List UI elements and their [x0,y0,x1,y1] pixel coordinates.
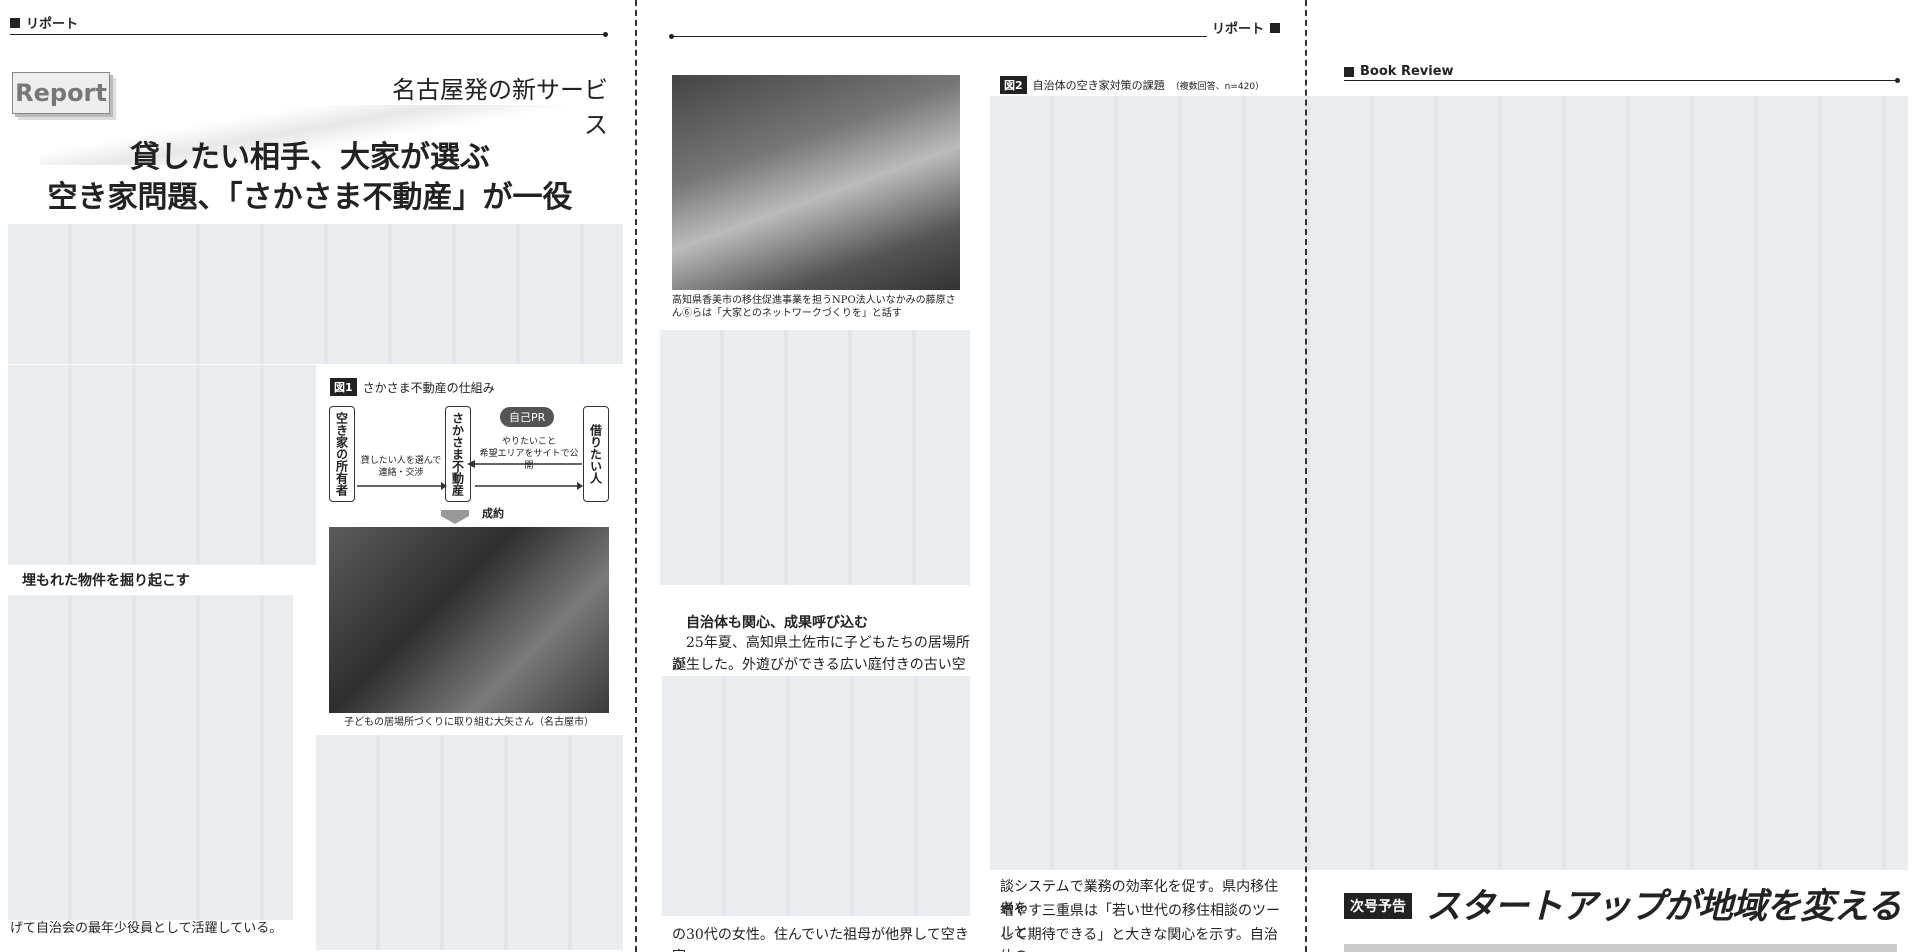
figure1-flow-bottom-1: 貸したい人を選んで [360,456,442,466]
body-text-obscured-2 [8,595,293,920]
left-section-header: リポート [10,13,78,32]
book-review-label: Book Review [1360,64,1454,79]
photo-children-space [329,527,609,713]
middle-section-label: リポート [1212,22,1265,37]
square-icon [1270,22,1281,33]
figure2-and-text-obscured [990,96,1908,870]
square-icon [1344,66,1354,77]
figure2-note: （複数回答、n=420） [1170,81,1265,92]
headline-line-1: 貸したい相手、大家が選ぶ [130,140,490,175]
middle-bottom-line: の30代の女性。住んでいた祖母が他界して空き家 [672,927,969,952]
headline-line-2: 空き家問題、「さかさま不動産」が一役 [47,180,573,215]
left-header-rule [10,32,608,37]
left-subhead: 埋もれた物件を掘り起こす [22,573,190,589]
page-divider-1 [635,0,637,952]
body-text-obscured-3 [316,735,623,950]
middle-section-header: リポート [1212,18,1281,37]
body-text-obscured-1 [8,365,316,565]
lead-text-obscured [8,224,623,364]
next-issue-title: スタートアップが地域を変える [1426,887,1902,927]
square-icon [10,17,20,28]
middle-subhead: 自治体も関心、成果呼び込む [686,615,868,631]
middle-header-rule [669,34,1207,39]
figure1-flow-bottom: 貸したい人を選んで 連絡・交渉 [353,455,449,479]
photo-caption-left: 子どもの居場所づくりに取り組む大矢さん（名古屋市） [344,717,594,728]
figure1-label: 図1 [330,378,357,396]
figure1-title-row: 図1 さかさま不動産の仕組み [330,378,495,396]
page-divider-2 [1305,0,1307,952]
middle-right-line3: して期待できる」と大きな関心を示す。自治体の [1000,927,1278,952]
right-header-rule [1344,78,1900,83]
figure2-title-row: 図2 自治体の空き家対策の課題 （複数回答、n=420） [1000,76,1264,94]
book-review-header: Book Review [1344,64,1454,79]
middle-body-obscured-2 [662,676,970,916]
figure2-title: 自治体の空き家対策の課題 [1032,79,1165,92]
photo-npo-members [672,75,960,290]
figure1-result: 成約 [482,507,504,520]
middle-body-obscured-1 [660,330,970,585]
left-bottom-text: げて自治会の最年少役員として活躍している。 [10,921,283,936]
left-section-label: リポート [26,17,79,32]
figure1-flow-bottom-2: 連絡・交渉 [378,468,424,478]
photo-caption-middle: 高知県香美市の移住促進事業を担うNPO法人いなかみの藤原さん⑥らは「大家とのネッ… [672,295,956,319]
figure1-title: さかさま不動産の仕組み [362,380,495,395]
footer-strip [1344,944,1897,952]
next-issue-badge: 次号予告 [1344,893,1412,919]
figure2-label: 図2 [1000,76,1027,94]
